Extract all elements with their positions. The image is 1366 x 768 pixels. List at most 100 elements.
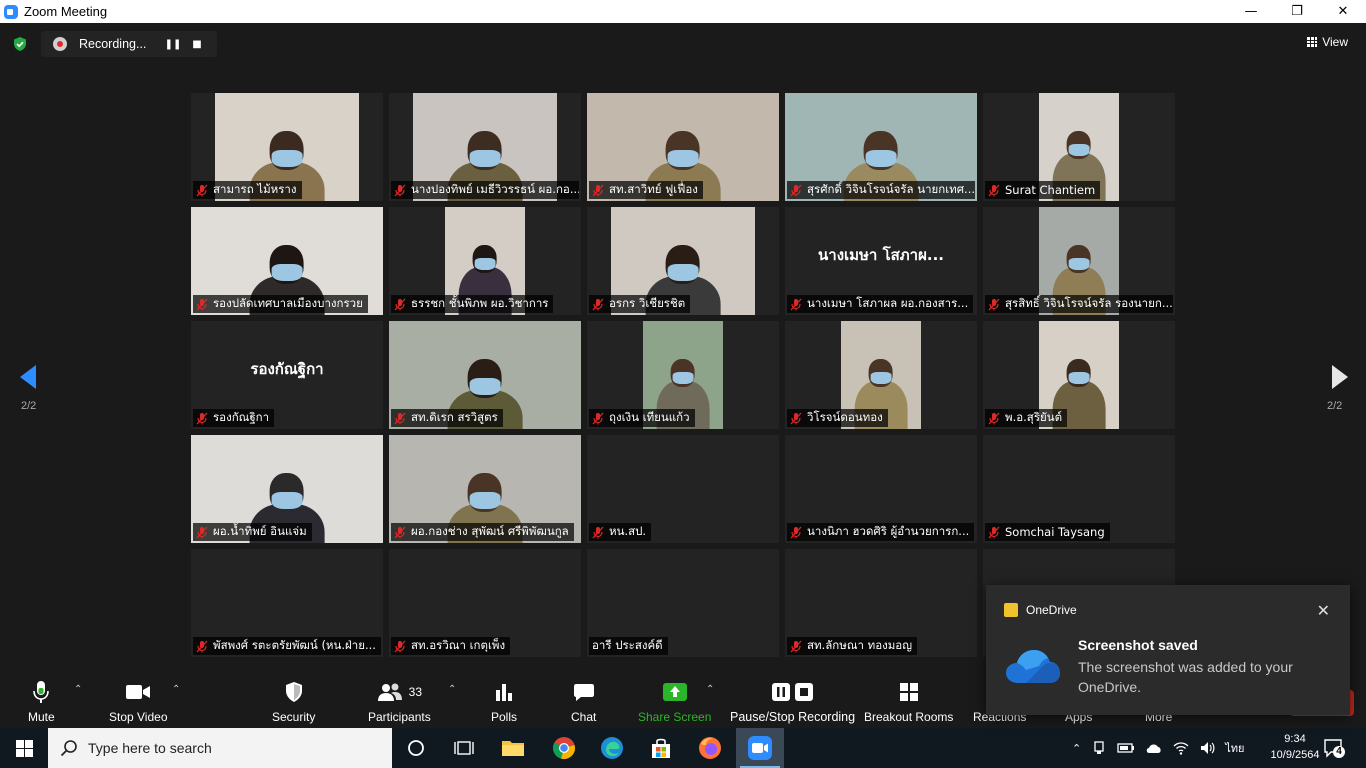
show-hidden-icons-chevron-icon[interactable]: ⌃ [1072, 742, 1081, 755]
participants-button[interactable]: 33 Participants [368, 680, 431, 724]
share-screen-button[interactable]: Share Screen [638, 680, 711, 724]
start-button[interactable] [0, 728, 48, 768]
participant-tile[interactable]: นางนิภา ฮวดศิริ ผู้อำนวยการก... [785, 435, 977, 543]
stop-video-button[interactable]: Stop Video [109, 680, 168, 724]
task-view-button[interactable] [440, 728, 488, 768]
video-options-caret-icon[interactable]: ⌃ [172, 684, 180, 695]
participant-tile[interactable]: ธรรชก ชั้นพิภพ ผอ.วิชาการ [389, 207, 581, 315]
participant-name: พ.อ.สุริยันต์ [1005, 410, 1063, 424]
participant-tile[interactable]: นางเมษา โสภาผ... นางเมษา โสภาผล ผอ.กองสาร… [785, 207, 977, 315]
cortana-button[interactable] [392, 728, 440, 768]
participant-name-tag: วิโรจน์ดอนทอง [787, 409, 888, 427]
participant-tile[interactable]: Somchai Taysang [983, 435, 1175, 543]
participant-tile[interactable]: อรกร วิเชียรชิต [587, 207, 779, 315]
participant-tile[interactable]: พัสพงศ์ รตะตรัยพัฒน์ (หน.ฝ่าย... [191, 549, 383, 657]
participant-name: สท.ลักษณา ทองมอญ [807, 638, 913, 652]
participant-tile[interactable]: ถุงเงิน เทียนแก้ว [587, 321, 779, 429]
participant-display-name: นางเมษา โสภาผ... [818, 246, 944, 264]
polls-button[interactable]: Polls [491, 680, 517, 724]
folder-icon [502, 741, 524, 756]
audio-options-caret-icon[interactable]: ⌃ [74, 684, 82, 695]
file-explorer-button[interactable] [489, 728, 537, 768]
participant-tile[interactable]: ผอ.น้ำทิพย์ อินแจ่ม [191, 435, 383, 543]
participant-tile[interactable]: อารี ประสงค์ดี [587, 549, 779, 657]
previous-page-icon[interactable] [10, 357, 50, 397]
participant-name: ผอ.น้ำทิพย์ อินแจ่ม [213, 524, 307, 538]
participant-name: นางนิภา ฮวดศิริ ผู้อำนวยการก... [807, 524, 970, 538]
window-controls: — ❐ ✕ [1228, 0, 1366, 23]
task-view-icon [454, 741, 474, 755]
participants-options-caret-icon[interactable]: ⌃ [448, 684, 456, 695]
onedrive-tray-icon[interactable] [1145, 740, 1163, 756]
stop-icon [795, 683, 814, 701]
store-button[interactable] [637, 728, 685, 768]
participant-name: อรกร วิเชียรชิต [609, 296, 686, 310]
share-options-caret-icon[interactable]: ⌃ [706, 684, 714, 695]
grid-view-icon [1307, 37, 1318, 47]
muted-mic-icon [592, 526, 604, 538]
stop-recording-icon[interactable]: ■ [185, 39, 209, 50]
edge-button[interactable] [588, 728, 636, 768]
muted-mic-icon [394, 640, 406, 652]
participant-name: Somchai Taysang [1005, 525, 1105, 539]
breakout-rooms-button[interactable]: Breakout Rooms [864, 680, 953, 724]
zoom-taskbar-button[interactable] [736, 728, 784, 768]
share-screen-icon [662, 683, 687, 701]
participant-tile[interactable]: สท.ลักษณา ทองมอญ [785, 549, 977, 657]
pause-stop-recording-button[interactable]: Pause/Stop Recording [730, 680, 855, 724]
security-button[interactable]: Security [272, 680, 315, 724]
muted-mic-icon [988, 184, 1000, 196]
participant-tile[interactable]: สท.สาวิทย์ ฟูเฟื่อง [587, 93, 779, 201]
taskbar-search-box[interactable]: Type here to search [48, 728, 392, 768]
participant-name-tag: ผอ.กองช่าง สุพัฒน์ ศรีพิพัฒนกูล [391, 523, 574, 541]
participant-tile[interactable]: รองปลัดเทศบาลเมืองบางกรวย [191, 207, 383, 315]
wifi-icon[interactable] [1173, 740, 1189, 756]
toast-app-name: OneDrive [1026, 603, 1077, 617]
action-center-button[interactable]: 4 [1322, 728, 1346, 768]
muted-mic-icon [592, 298, 604, 310]
view-button[interactable]: View [1307, 35, 1348, 49]
participant-tile[interactable]: รองกัณฐิกา รองกัณฐิกา [191, 321, 383, 429]
muted-mic-icon [790, 184, 802, 196]
taskbar-clock[interactable]: 9:34 10/9/2564 [1270, 731, 1320, 763]
pause-recording-icon[interactable]: ❚❚ [161, 39, 185, 50]
input-language[interactable]: ไทย [1225, 739, 1244, 757]
chrome-button[interactable] [540, 728, 588, 768]
chrome-icon [553, 737, 575, 759]
mute-button[interactable]: Mute [28, 680, 55, 724]
onedrive-toast-overlay[interactable]: OneDrive ✕ Screenshot saved The screensh… [986, 585, 1350, 715]
participant-tile[interactable]: สท.ดิเรก สรวิสูตร [389, 321, 581, 429]
cortana-circle-icon [408, 740, 424, 756]
usb-device-icon[interactable] [1091, 740, 1107, 756]
view-label: View [1322, 35, 1348, 49]
next-page-icon[interactable] [1318, 357, 1358, 397]
participants-icon [377, 683, 402, 701]
participant-tile[interactable]: หน.สป. [587, 435, 779, 543]
battery-icon[interactable] [1117, 741, 1135, 755]
participant-tile[interactable]: พ.อ.สุริยันต์ [983, 321, 1175, 429]
participant-tile[interactable]: Surat Chantiem [983, 93, 1175, 201]
video-gallery: สามารถ ไม้หราง นางปองทิพย์ เมธีวิวรรธน์ ผ… [191, 93, 1175, 657]
security-shield-icon[interactable] [12, 36, 28, 52]
participant-name: สท.ดิเรก สรวิสูตร [411, 410, 498, 424]
chat-button[interactable]: Chat [571, 680, 596, 724]
participant-tile[interactable]: สามารถ ไม้หราง [191, 93, 383, 201]
video-camera-icon [126, 685, 151, 699]
participant-name: อารี ประสงค์ดี [592, 638, 663, 652]
participant-name: นางเมษา โสภาผล ผอ.กองสาร... [807, 296, 969, 310]
maximize-icon[interactable]: ❐ [1274, 0, 1320, 23]
participant-tile[interactable]: สุรศักดิ์ วิจินโรจน์จรัล นายกเทศ... [785, 93, 977, 201]
volume-icon[interactable] [1199, 740, 1215, 756]
minimize-icon[interactable]: — [1228, 0, 1274, 23]
participant-tile[interactable]: ผอ.กองช่าง สุพัฒน์ ศรีพิพัฒนกูล [389, 435, 581, 543]
participant-tile[interactable]: วิโรจน์ดอนทอง [785, 321, 977, 429]
participant-name-tag: Surat Chantiem [985, 181, 1101, 199]
close-icon[interactable]: ✕ [1320, 0, 1366, 23]
participant-name-tag: สท.สาวิทย์ ฟูเฟื่อง [589, 181, 703, 199]
participant-tile[interactable]: นางปองทิพย์ เมธีวิวรรธน์ ผอ.กอ... [389, 93, 581, 201]
onedrive-large-cloud-icon [1006, 650, 1060, 683]
firefox-button[interactable] [686, 728, 734, 768]
participant-tile[interactable]: สท.อรวิณา เกตุเพ็ง [389, 549, 581, 657]
toast-close-icon[interactable]: ✕ [1317, 601, 1330, 620]
participant-tile[interactable]: สุรสิทธิ์ วิจินโรจน์จรัล รองนายก... [983, 207, 1175, 315]
